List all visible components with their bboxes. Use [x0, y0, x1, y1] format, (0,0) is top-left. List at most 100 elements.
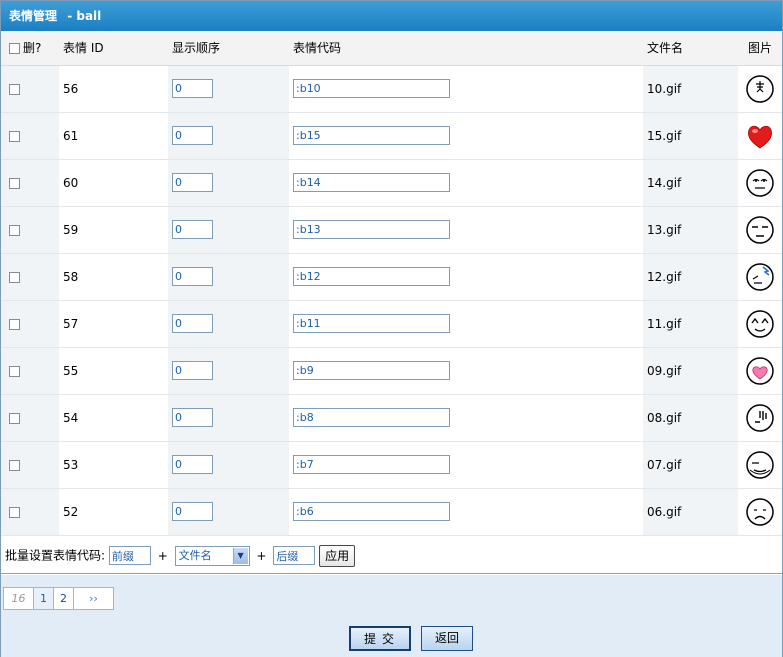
footer-area: 16 1 2 ›› 提交 返回	[1, 575, 782, 657]
emoticon-code-input[interactable]	[293, 314, 450, 333]
image-column-header: 图片	[747, 41, 772, 56]
emoticon-id: 58	[63, 269, 79, 284]
page-link-2[interactable]: 2	[54, 588, 74, 609]
emoticon-filename: 14.gif	[647, 175, 682, 190]
apply-button[interactable]: 应用	[319, 544, 356, 567]
table-row: 53 07.gif	[1, 441, 782, 489]
emoticon-manager-window: 表情管理 - ball 删? 表情 ID 显示顺序 表情代码 文件名 图片 56…	[0, 0, 783, 657]
title-bar: 表情管理 - ball	[1, 1, 782, 31]
filename-select[interactable]: 文件名 ▼	[174, 545, 250, 566]
delete-checkbox[interactable]	[9, 130, 20, 142]
page-title: 表情管理	[9, 9, 58, 23]
sad-face-icon	[746, 497, 774, 526]
page-subtitle: - ball	[67, 9, 102, 23]
emoticon-filename: 09.gif	[647, 363, 682, 378]
emoticon-code-input[interactable]	[293, 408, 450, 427]
emoticon-filename: 11.gif	[647, 316, 682, 331]
happy-face-icon	[746, 309, 774, 338]
code-column-header: 表情代码	[293, 41, 342, 56]
chevron-down-icon[interactable]: ▼	[232, 547, 248, 564]
delete-checkbox[interactable]	[9, 412, 20, 424]
sweat-face-icon	[746, 262, 774, 291]
delete-checkbox[interactable]	[9, 318, 20, 330]
display-order-input[interactable]	[172, 361, 213, 380]
emoticon-filename: 08.gif	[647, 410, 682, 425]
prefix-input[interactable]	[108, 546, 151, 565]
emoticon-filename: 15.gif	[647, 128, 682, 143]
delete-checkbox[interactable]	[9, 365, 20, 377]
emoticon-code-input[interactable]	[293, 502, 450, 521]
emoticon-code-input[interactable]	[293, 455, 450, 474]
emoticon-id: 54	[63, 410, 79, 425]
emoticon-id: 53	[63, 457, 79, 472]
display-order-input[interactable]	[172, 267, 213, 286]
emoticon-filename: 13.gif	[647, 222, 682, 237]
delete-column-header: 删?	[23, 41, 42, 56]
emoticon-id: 60	[63, 175, 79, 190]
submit-button[interactable]: 提交	[349, 626, 411, 651]
batch-label: 批量设置表情代码:	[5, 548, 106, 563]
filename-column-header: 文件名	[647, 41, 684, 56]
select-all-checkbox[interactable]	[9, 43, 20, 55]
emoticon-code-input[interactable]	[293, 267, 450, 286]
emoticon-id: 59	[63, 222, 79, 237]
emoticon-code-input[interactable]	[293, 361, 450, 380]
suffix-input[interactable]	[273, 546, 316, 565]
table-row: 57 11.gif	[1, 300, 782, 348]
emoticon-table: 删? 表情 ID 显示顺序 表情代码 文件名 图片 56 10.gif 61 15.g…	[1, 31, 782, 536]
display-order-input[interactable]	[172, 455, 213, 474]
red-heart-icon	[748, 125, 772, 148]
table-row: 54 08.gif	[1, 394, 782, 442]
love-face-icon	[746, 356, 774, 385]
pagination: 16 1 2 ››	[3, 587, 114, 610]
emoticon-filename: 07.gif	[647, 457, 682, 472]
emoticon-code-input[interactable]	[293, 126, 450, 145]
id-column-header: 表情 ID	[63, 41, 104, 56]
order-column-header: 显示顺序	[172, 41, 221, 56]
delete-checkbox[interactable]	[9, 506, 20, 518]
emoticon-filename: 06.gif	[647, 504, 682, 519]
display-order-input[interactable]	[172, 408, 213, 427]
table-row: 55 09.gif	[1, 347, 782, 395]
page-link-1[interactable]: 1	[34, 588, 54, 609]
emoticon-filename: 10.gif	[647, 81, 682, 96]
emoticon-id: 52	[63, 504, 79, 519]
delete-checkbox[interactable]	[9, 271, 20, 283]
table-row: 60 14.gif	[1, 159, 782, 207]
emoticon-id: 57	[63, 316, 79, 331]
emoticon-code-input[interactable]	[293, 173, 450, 192]
display-order-input[interactable]	[172, 79, 213, 98]
table-row: 59 13.gif	[1, 206, 782, 254]
nervous-face-icon	[746, 403, 774, 432]
filename-select-value: 文件名	[178, 548, 212, 562]
emoticon-code-input[interactable]	[293, 220, 450, 239]
emoticon-id: 56	[63, 81, 79, 96]
display-order-input[interactable]	[172, 502, 213, 521]
next-page-link[interactable]: ››	[74, 588, 113, 609]
emoticon-filename: 12.gif	[647, 269, 682, 284]
delete-checkbox[interactable]	[9, 177, 20, 189]
emoticon-id: 61	[63, 128, 79, 143]
delete-checkbox[interactable]	[9, 224, 20, 236]
angry-face-icon	[746, 74, 774, 103]
table-row: 56 10.gif	[1, 65, 782, 113]
back-button[interactable]: 返回	[421, 626, 473, 651]
bored-face-icon	[746, 450, 774, 479]
table-row: 58 12.gif	[1, 253, 782, 301]
display-order-input[interactable]	[172, 126, 213, 145]
emoticon-id: 55	[63, 363, 79, 378]
delete-checkbox[interactable]	[9, 83, 20, 95]
total-pages: 16	[4, 588, 34, 609]
display-order-input[interactable]	[172, 220, 213, 239]
batch-code-bar: 批量设置表情代码: + 文件名 ▼ + 应用	[1, 536, 782, 574]
table-row: 61 15.gif	[1, 112, 782, 160]
plus-sign: +	[256, 548, 267, 563]
dizzy-face-icon	[746, 168, 774, 197]
display-order-input[interactable]	[172, 314, 213, 333]
form-actions: 提交 返回	[349, 626, 473, 651]
display-order-input[interactable]	[172, 173, 213, 192]
delete-checkbox[interactable]	[9, 459, 20, 471]
table-row: 52 06.gif	[1, 488, 782, 536]
sleepy-face-icon	[746, 215, 774, 244]
emoticon-code-input[interactable]	[293, 79, 450, 98]
